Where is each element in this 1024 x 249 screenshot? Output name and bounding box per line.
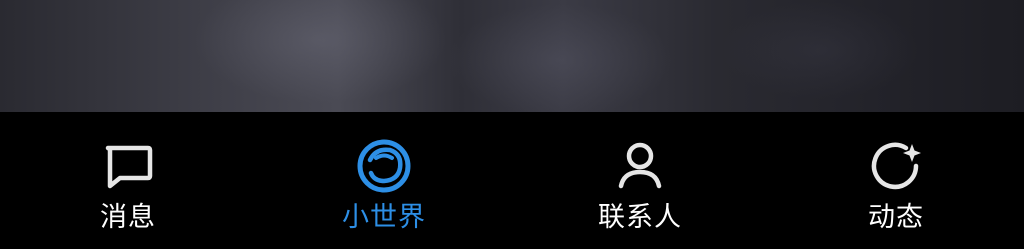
- app-screen: 消息 小世界 联系人 动态: [0, 0, 1024, 249]
- tab-contacts[interactable]: 联系人: [512, 112, 768, 249]
- blurred-content-backdrop: [0, 0, 1024, 112]
- tab-contacts-label: 联系人: [598, 202, 682, 233]
- dynamic-refresh-star-icon: [866, 136, 926, 196]
- message-bubble-icon: [98, 136, 158, 196]
- tab-messages[interactable]: 消息: [0, 112, 256, 249]
- small-world-icon: [354, 136, 414, 196]
- tab-small-world[interactable]: 小世界: [256, 112, 512, 249]
- tab-dynamic-label: 动态: [868, 202, 924, 233]
- tab-dynamic[interactable]: 动态: [768, 112, 1024, 249]
- bottom-tab-bar: 消息 小世界 联系人 动态: [0, 112, 1024, 249]
- contact-person-icon: [610, 136, 670, 196]
- tab-messages-label: 消息: [100, 202, 156, 233]
- tab-small-world-label: 小世界: [342, 202, 426, 233]
